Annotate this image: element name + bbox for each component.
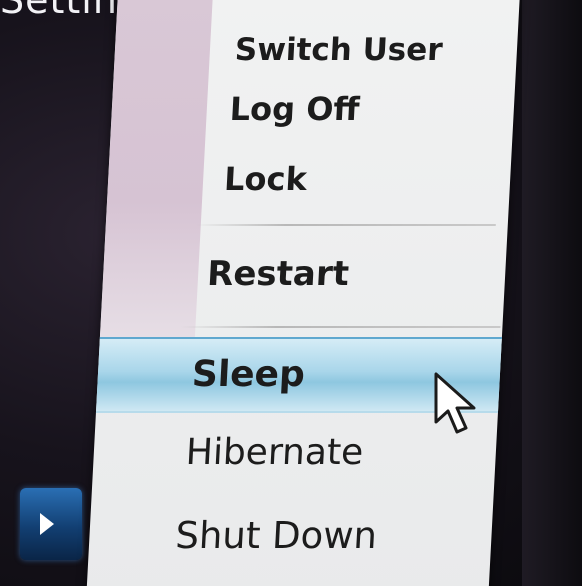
power-options-menu: Switch User Log Off Lock Restart Sleep H… — [86, 0, 521, 586]
menu-divider — [180, 326, 501, 328]
menu-item-sleep[interactable]: Sleep — [191, 354, 306, 395]
menu-item-restart[interactable]: Restart — [206, 254, 350, 294]
menu-gutter — [99, 0, 213, 342]
menu-divider — [195, 224, 496, 226]
menu-item-lock[interactable]: Lock — [223, 160, 308, 198]
screen: Settings Switch User Log Off Lock Restar… — [0, 0, 582, 586]
menu-item-shut-down[interactable]: Shut Down — [174, 514, 378, 557]
menu-item-log-off[interactable]: Log Off — [229, 90, 361, 128]
menu-item-hibernate[interactable]: Hibernate — [185, 432, 365, 473]
menu-item-switch-user[interactable]: Switch User — [234, 32, 443, 68]
right-arrow-icon — [40, 513, 54, 535]
mouse-pointer-icon — [434, 372, 476, 434]
desktop-background-strip — [522, 0, 582, 586]
shutdown-options-button[interactable] — [20, 488, 82, 560]
